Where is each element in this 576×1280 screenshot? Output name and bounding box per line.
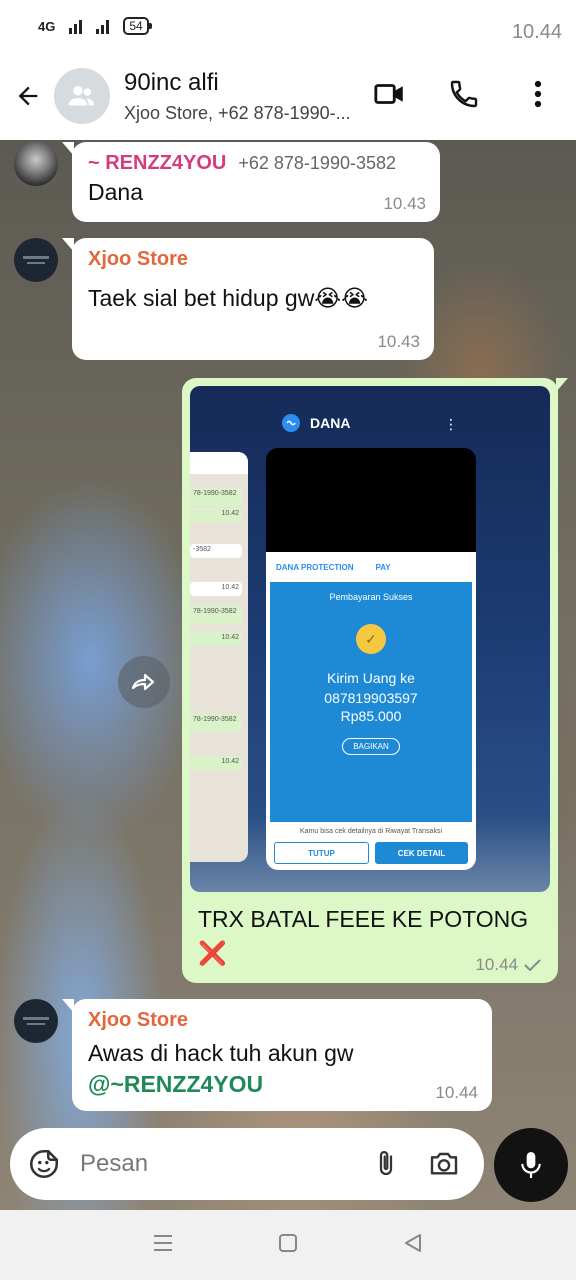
sender-avatar[interactable]	[14, 142, 58, 186]
status-icons: 4G 54	[38, 17, 153, 35]
receipt-success-panel: Pembayaran Sukses ✓ Kirim Uang ke 087819…	[270, 582, 472, 822]
square-icon	[278, 1233, 297, 1252]
attached-screenshot[interactable]: DANA ⋮ 78-1990-3582 10.42 -3582 10.42 78…	[190, 386, 550, 892]
voice-record-button[interactable]	[494, 1128, 568, 1202]
sender-name[interactable]: Xjoo Store	[88, 1009, 476, 1032]
receipt-brand-protection: DANA PROTECTION	[276, 562, 354, 572]
arrow-left-icon	[18, 86, 38, 106]
more-options-button[interactable]	[520, 76, 556, 112]
receipt-note: Kamu bisa cek detailnya di Riwayat Trans…	[299, 828, 442, 835]
dana-logo-icon	[282, 414, 300, 432]
microphone-icon	[521, 1152, 541, 1178]
side-row: 10.42	[190, 582, 242, 596]
chat-header: 90inc alfi Xjoo Store, +62 878-1990-...	[0, 52, 576, 140]
message-text: Dana	[88, 179, 143, 205]
dana-app-title: DANA	[282, 414, 350, 432]
group-icon	[68, 86, 94, 106]
check-coin-icon: ✓	[356, 624, 386, 654]
chat-subtitle: Xjoo Store, +62 878-1990-...	[124, 102, 351, 123]
side-row: 78-1990-3582	[190, 714, 242, 732]
status-time: 10.44	[511, 21, 562, 43]
message-time: 10.44	[435, 1083, 478, 1102]
kebab-menu-icon	[534, 80, 542, 108]
signal-icon	[69, 18, 83, 34]
mention-link[interactable]: @~RENZZ4YOU	[88, 1071, 476, 1098]
message-time: 10.44	[475, 955, 518, 974]
chat-title: 90inc alfi	[124, 68, 219, 96]
recent-app-card-whatsapp: 78-1990-3582 10.42 -3582 10.42 78-1990-3…	[190, 452, 248, 862]
receipt-amount: Rp85.000	[340, 708, 402, 724]
side-row: 10.42	[190, 756, 242, 770]
phone-icon	[450, 80, 478, 108]
single-check-icon	[524, 959, 541, 972]
camera-button[interactable]	[426, 1146, 462, 1182]
system-nav-bar	[0, 1210, 576, 1280]
message-bubble[interactable]: ~ RENZZ4YOU +62 878-1990-3582 Dana 10.43	[62, 142, 440, 222]
message-text: Taek sial bet hidup gw😭😭	[88, 285, 369, 311]
dana-app-name: DANA	[310, 415, 351, 431]
side-row: 10.42	[190, 508, 242, 522]
recent-app-card-dana: DANA PROTECTION PAY Pembayaran Sukses ✓ …	[266, 448, 476, 870]
group-avatar[interactable]	[54, 68, 110, 124]
message-time-status: 10.44	[475, 955, 542, 975]
payment-receipt: DANA PROTECTION PAY Pembayaran Sukses ✓ …	[266, 552, 476, 870]
system-back-button[interactable]	[402, 1232, 424, 1259]
video-call-button[interactable]	[372, 76, 408, 112]
sticker-icon	[29, 1149, 59, 1179]
video-camera-icon	[374, 84, 403, 104]
home-button[interactable]	[277, 1232, 299, 1259]
side-row: -3582	[190, 544, 242, 558]
camera-icon	[430, 1152, 458, 1175]
message-input-bar: Pesan	[10, 1128, 484, 1200]
receipt-brand-pay: PAY	[375, 562, 391, 572]
receipt-status: Pembayaran Sukses	[329, 592, 413, 602]
forward-icon	[131, 673, 155, 691]
sender-phone: +62 878-1990-3582	[238, 153, 396, 173]
receipt-detail-button: CEK DETAIL	[375, 842, 468, 864]
menu-lines-icon	[153, 1234, 172, 1251]
recent-apps-button[interactable]	[152, 1232, 174, 1259]
network-label: 4G	[38, 18, 56, 34]
dana-kebab-icon: ⋮	[444, 416, 458, 432]
voice-call-button[interactable]	[446, 76, 482, 112]
battery-icon: 54	[123, 17, 153, 35]
message-bubble[interactable]: Xjoo Store Taek sial bet hidup gw😭😭 10.4…	[62, 238, 434, 360]
back-button[interactable]	[10, 78, 46, 114]
forward-button[interactable]	[118, 656, 170, 708]
paperclip-icon	[379, 1151, 393, 1176]
chat-title-block[interactable]: 90inc alfi Xjoo Store, +62 878-1990-...	[124, 69, 369, 124]
message-time: 10.43	[377, 332, 420, 351]
triangle-back-icon	[405, 1233, 422, 1252]
side-row: 78-1990-3582	[190, 488, 242, 506]
receipt-share-button: BAGIKAN	[342, 738, 400, 755]
side-row: 78-1990-3582	[190, 606, 242, 624]
sender-name[interactable]: ~ RENZZ4YOU	[88, 152, 226, 175]
receipt-line2: 087819903597	[324, 690, 418, 706]
side-row: 10.42	[190, 632, 242, 646]
receipt-close-button: TUTUP	[274, 842, 369, 864]
signal-2-icon	[96, 18, 110, 34]
message-text: Awas di hack tuh akun gw	[88, 1040, 354, 1066]
receipt-line1: Kirim Uang ke	[327, 670, 415, 686]
attach-button[interactable]	[368, 1146, 404, 1182]
sender-avatar[interactable]	[14, 999, 58, 1043]
outgoing-message-bubble[interactable]: DANA ⋮ 78-1990-3582 10.42 -3582 10.42 78…	[182, 378, 568, 983]
status-bar: 10.44 4G 54	[0, 0, 576, 52]
sender-name[interactable]: Xjoo Store	[88, 248, 418, 271]
message-time: 10.43	[383, 194, 426, 213]
message-bubble[interactable]: Xjoo Store Awas di hack tuh akun gw @~RE…	[62, 999, 492, 1111]
message-input[interactable]: Pesan	[80, 1150, 368, 1178]
emoji-button[interactable]	[26, 1146, 62, 1182]
sender-avatar[interactable]	[14, 238, 58, 282]
